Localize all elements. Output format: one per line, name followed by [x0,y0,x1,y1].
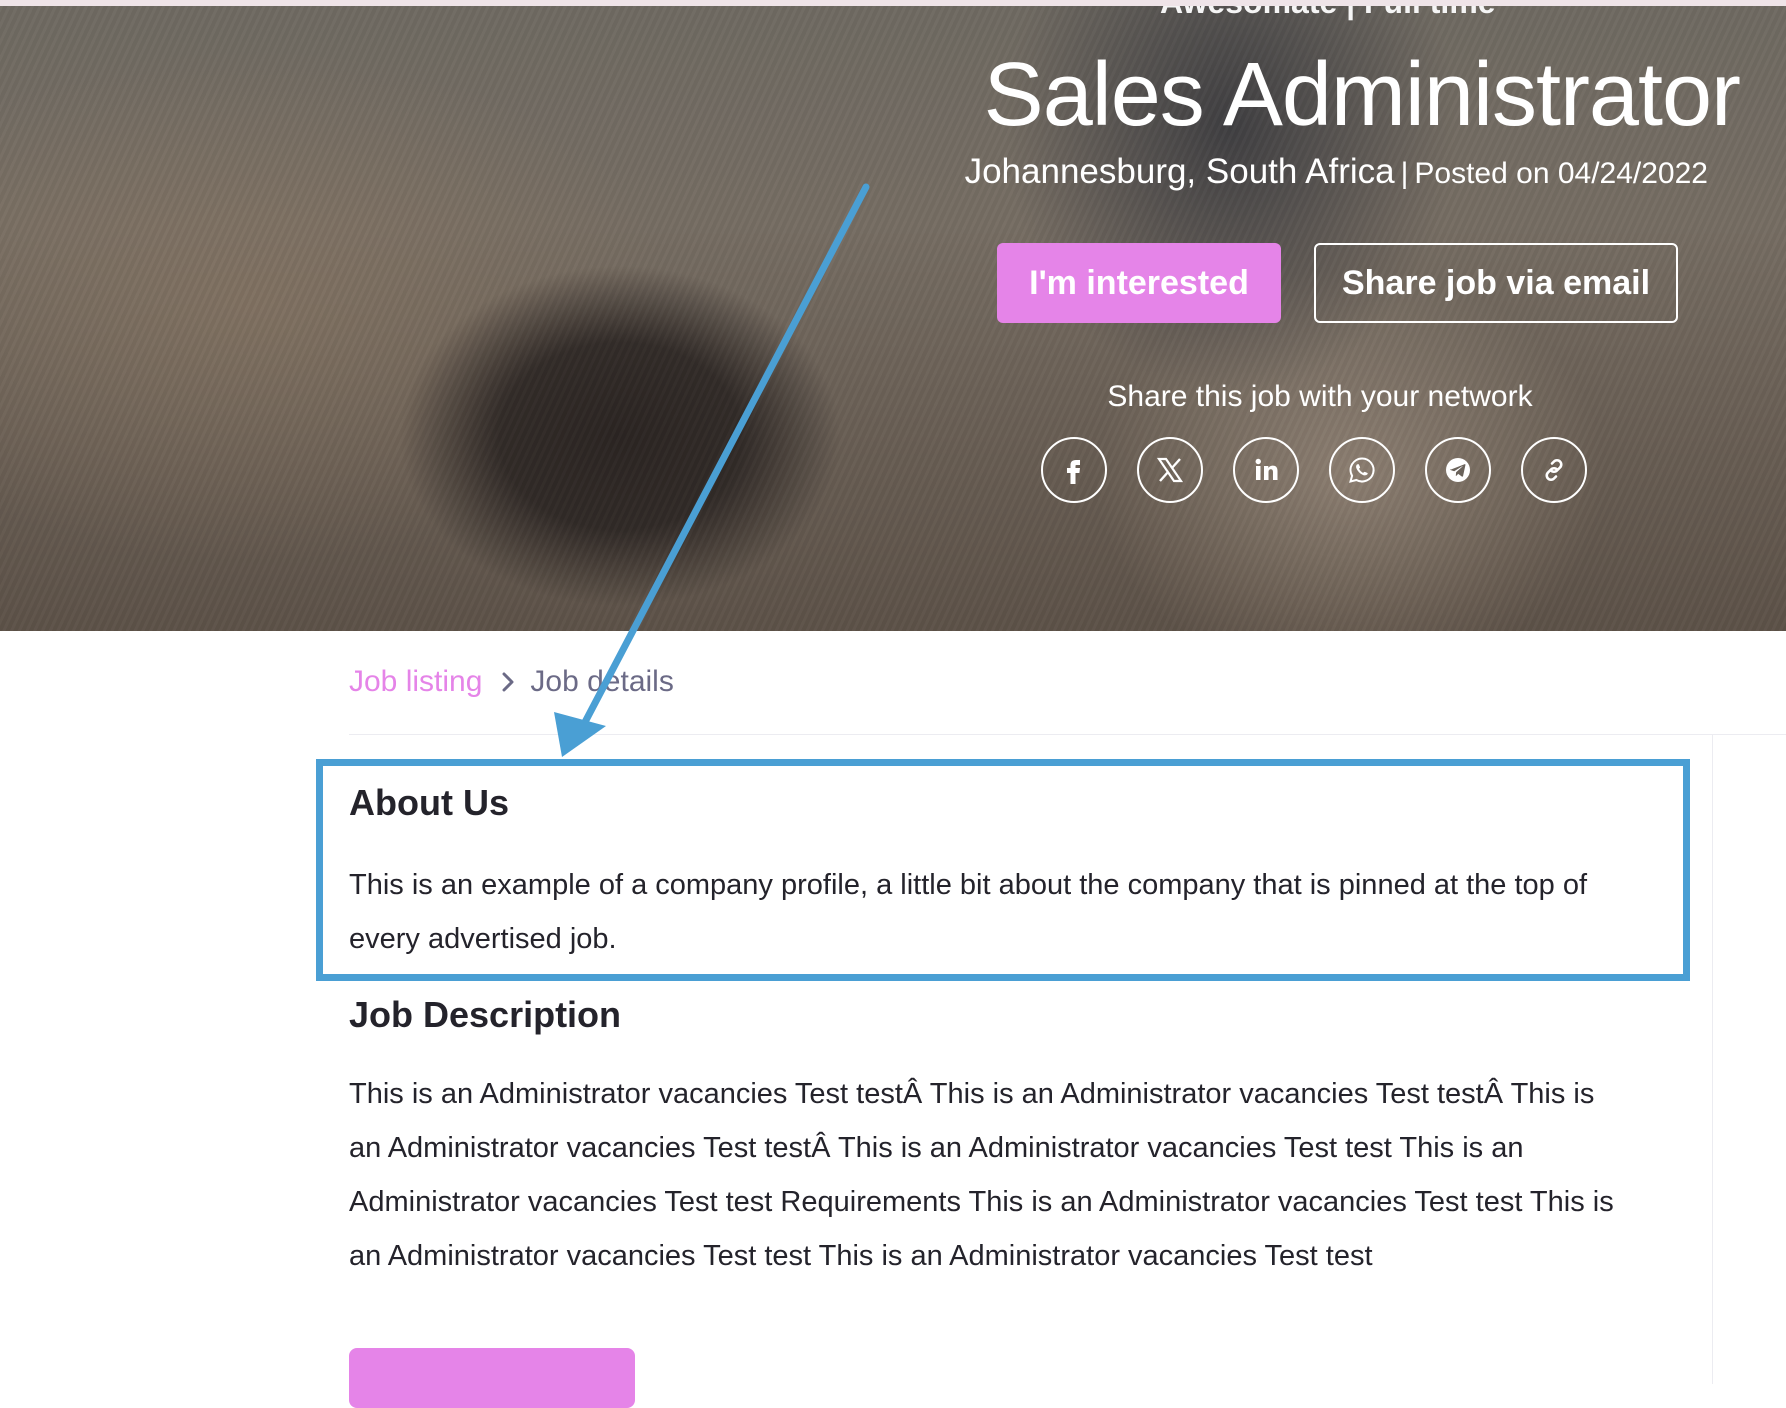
telegram-icon [1446,458,1470,482]
whatsapp-icon [1349,457,1375,483]
annotation-highlight-box [316,759,1690,981]
breadcrumb-current: Job details [530,665,674,698]
meta-separator: | [1400,157,1409,190]
share-network-label: Share this job with your network [1107,380,1533,413]
divider [349,734,1786,735]
x-icon [1156,457,1184,483]
link-icon [1545,458,1563,482]
sidebar-divider [1712,735,1713,1384]
job-description-text: This is an Administrator vacancies Test … [349,1078,1614,1272]
posted-date: Posted on 04/24/2022 [1414,157,1708,190]
hero-banner: Awesomate | Full time Sales Administrato… [0,6,1786,631]
copy-link-button[interactable] [1521,437,1587,503]
facebook-share-button[interactable] [1041,437,1107,503]
company-employment-line: Awesomate | Full time [1160,6,1496,21]
job-title: Sales Administrator [983,45,1741,145]
breadcrumb-job-listing-link[interactable]: Job listing [349,665,482,699]
facebook-icon [1067,460,1080,484]
telegram-share-button[interactable] [1425,437,1491,503]
job-meta: Johannesburg, South Africa | Posted on 04/… [900,152,1708,192]
x-share-button[interactable] [1137,437,1203,503]
job-description-heading: Job Description [349,994,622,1035]
linkedin-share-button[interactable] [1233,437,1299,503]
breadcrumb: Job listing Job details [349,662,674,702]
chevron-right-icon [500,671,516,693]
interested-button[interactable]: I'm interested [997,243,1281,323]
linkedin-icon [1255,458,1278,480]
whatsapp-share-button[interactable] [1329,437,1395,503]
job-location: Johannesburg, South Africa [964,152,1395,191]
apply-button[interactable] [349,1348,635,1408]
share-email-button[interactable]: Share job via email [1314,243,1678,323]
